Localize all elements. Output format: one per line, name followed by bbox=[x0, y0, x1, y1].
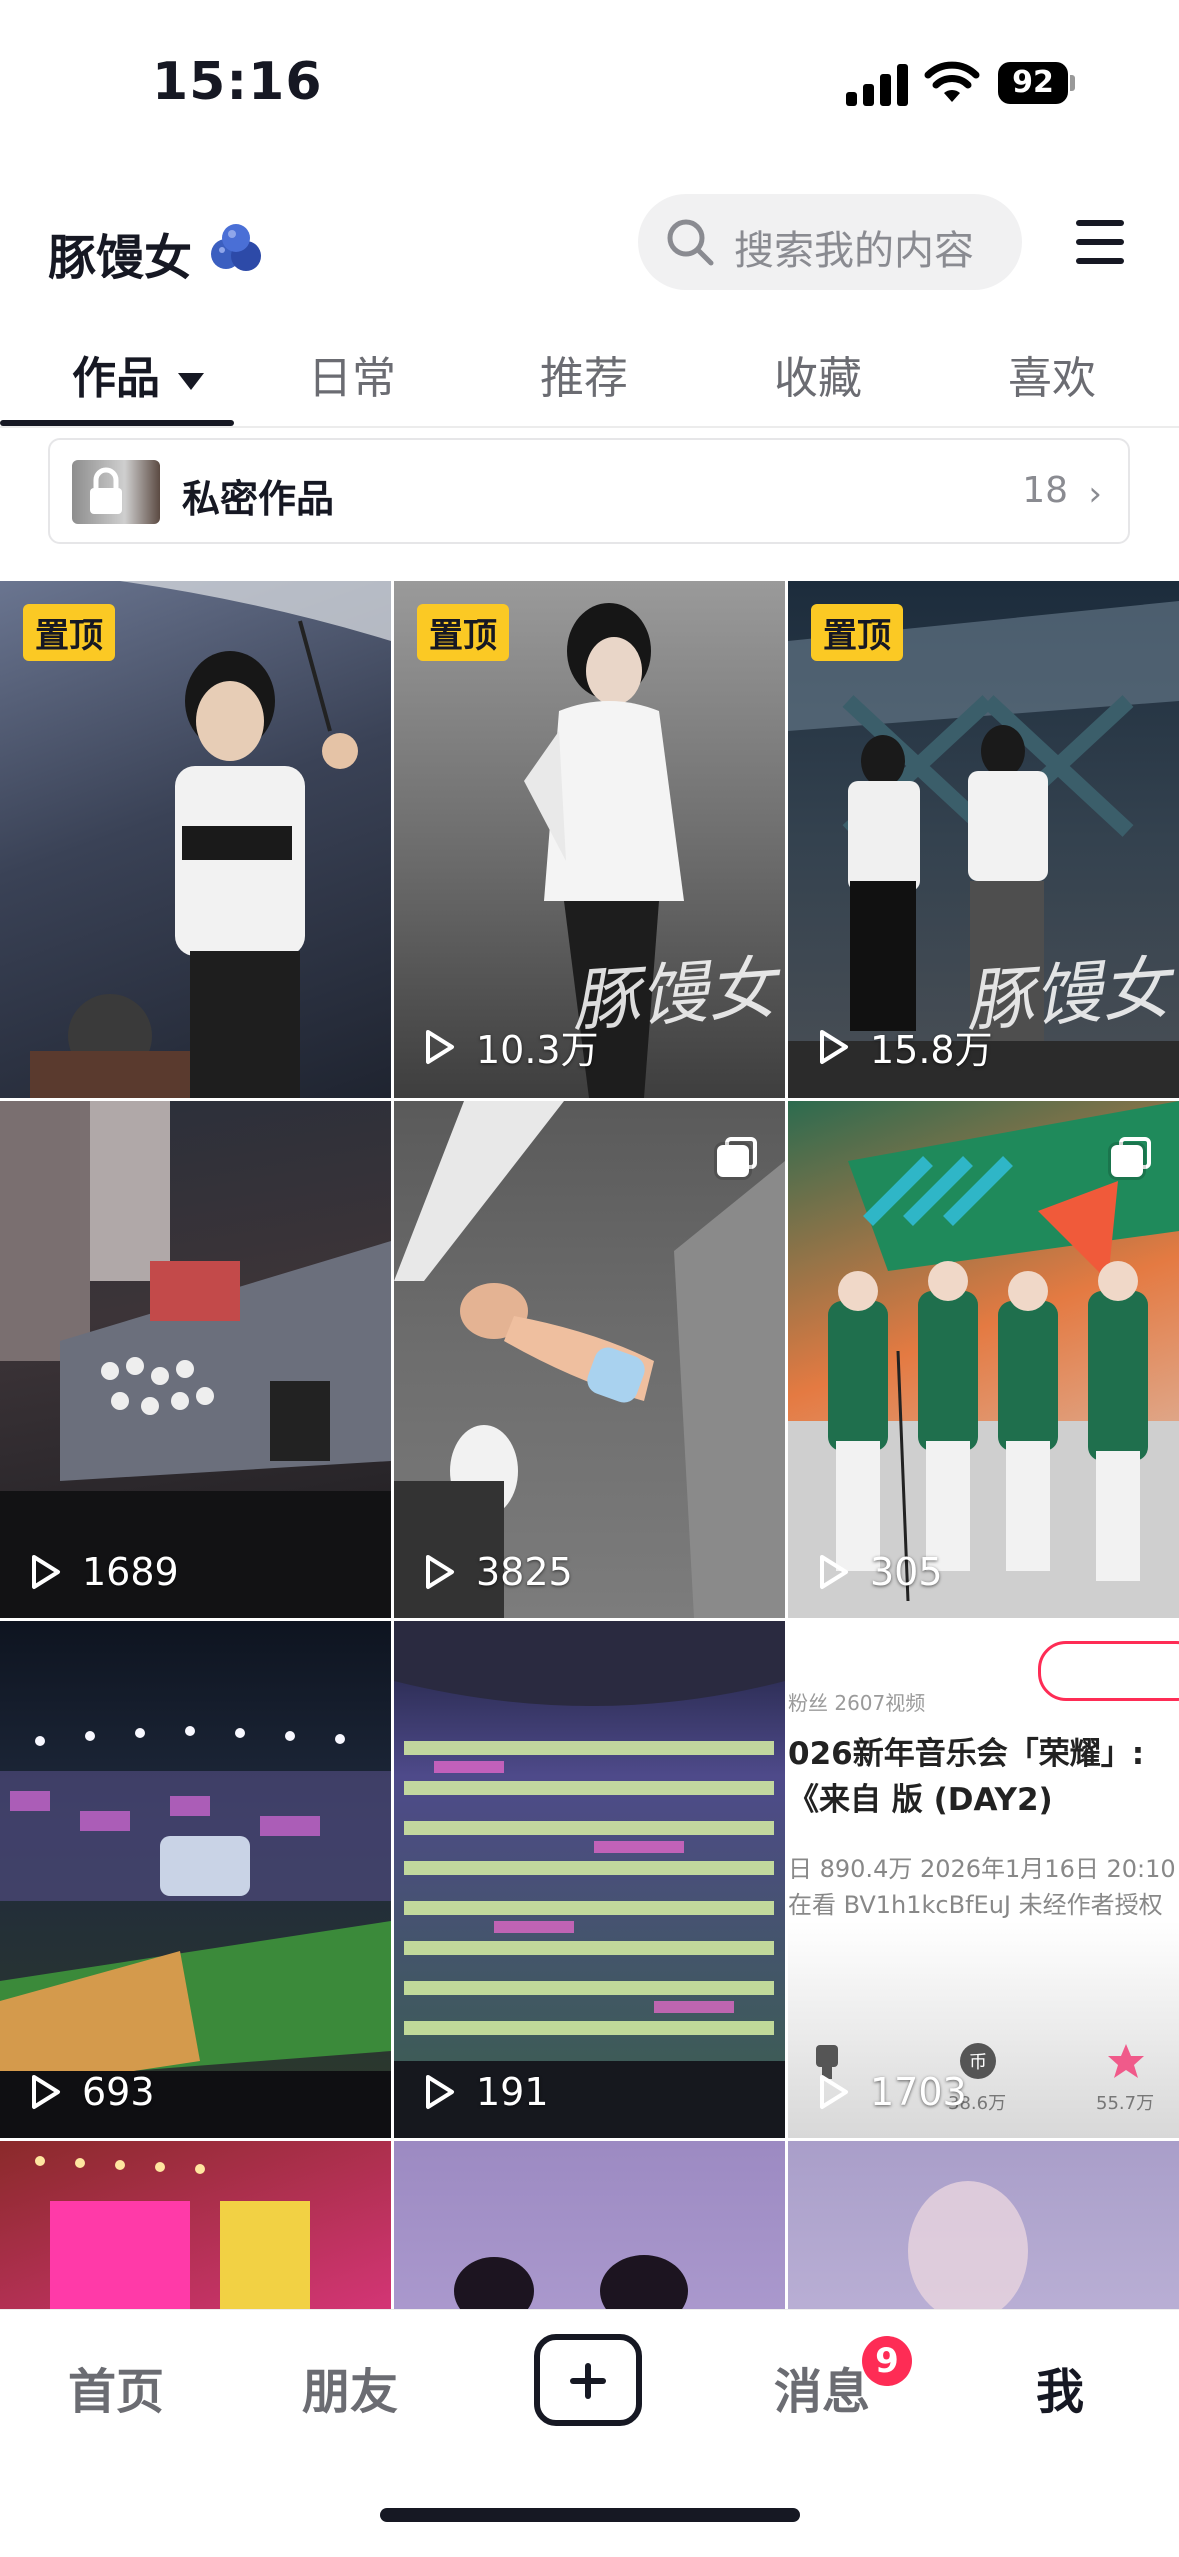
tab-favorites[interactable]: 收藏 bbox=[774, 342, 862, 406]
tab-recommend[interactable]: 推荐 bbox=[540, 342, 628, 406]
nav-home[interactable]: 首页 bbox=[68, 2352, 164, 2422]
video-tile[interactable]: 3825 bbox=[394, 1101, 785, 1618]
home-indicator[interactable] bbox=[380, 2508, 800, 2522]
play-count: 693 bbox=[24, 2070, 155, 2114]
private-works-count: 18 bbox=[1022, 470, 1068, 511]
video-tile-screenshot[interactable]: 粉丝 2607视频 026新年音乐会「荣耀」:《来自 版 (DAY2) 日 89… bbox=[788, 1621, 1179, 2138]
watermark-text: 豚馒女 bbox=[962, 948, 1172, 1043]
play-count: 1703 bbox=[812, 2070, 967, 2114]
play-icon bbox=[820, 2075, 848, 2109]
screenshot-info: 日 890.4万 2026年1月16日 20:10 在看 BV1h1kcBfEu… bbox=[788, 1855, 1176, 1919]
video-tile[interactable]: 1689 bbox=[0, 1101, 391, 1618]
play-icon bbox=[820, 1555, 848, 1589]
screenshot-flag bbox=[1038, 1641, 1179, 1701]
nav-messages[interactable]: 消息 bbox=[774, 2352, 870, 2422]
play-count: 191 bbox=[418, 2070, 549, 2114]
pinned-badge: 置顶 bbox=[23, 604, 115, 661]
profile-header: 豚馒女 搜索我的内容 bbox=[0, 190, 1179, 300]
play-icon bbox=[32, 2075, 60, 2109]
messages-badge: 9 bbox=[862, 2336, 912, 2386]
play-count: 3825 bbox=[418, 1550, 573, 1594]
star-icon bbox=[1108, 2044, 1144, 2078]
video-tile[interactable]: 置顶 bbox=[0, 581, 391, 1098]
multi-image-icon bbox=[717, 1137, 757, 1177]
video-tile[interactable] bbox=[0, 2141, 391, 2309]
play-count: 10.3万 bbox=[418, 1019, 599, 1074]
multi-image-icon bbox=[1111, 1137, 1151, 1177]
play-count: 305 bbox=[812, 1550, 943, 1594]
search-icon bbox=[667, 219, 714, 266]
play-icon bbox=[426, 2075, 454, 2109]
video-tile[interactable]: 置顶 豚馒女 15.8万 bbox=[788, 581, 1179, 1098]
nav-me[interactable]: 我 bbox=[1036, 2352, 1084, 2422]
caret-down-icon bbox=[178, 372, 204, 390]
tab-likes[interactable]: 喜欢 bbox=[1008, 342, 1096, 406]
video-tile[interactable]: 191 bbox=[394, 1621, 785, 2138]
pinned-badge: 置顶 bbox=[811, 604, 903, 661]
nav-friends[interactable]: 朋友 bbox=[302, 2352, 398, 2422]
clock: 15:16 bbox=[152, 52, 323, 112]
divider bbox=[0, 426, 1179, 428]
play-icon bbox=[426, 1555, 454, 1589]
battery-icon: 92 bbox=[998, 62, 1075, 104]
lock-icon bbox=[90, 467, 122, 514]
video-grid: 置顶 置顶 豚馒女 10.3万 置顶 豚馒女 15.8万 1689 3825 3… bbox=[0, 581, 1179, 2309]
search-input[interactable]: 搜索我的内容 bbox=[638, 194, 1022, 290]
play-count: 15.8万 bbox=[812, 1019, 993, 1074]
blueberry-emoji-icon bbox=[211, 224, 261, 271]
pinned-badge: 置顶 bbox=[417, 604, 509, 661]
video-tile[interactable] bbox=[394, 2141, 785, 2309]
video-tile[interactable]: 693 bbox=[0, 1621, 391, 2138]
profile-tabs: 作品 日常 推荐 收藏 喜欢 bbox=[0, 330, 1179, 430]
tab-daily[interactable]: 日常 bbox=[308, 342, 396, 406]
play-count: 1689 bbox=[24, 1550, 179, 1594]
svg-text:币: 币 bbox=[969, 2052, 987, 2073]
chevron-right-icon: › bbox=[1088, 474, 1102, 514]
cellular-signal-icon bbox=[846, 62, 908, 106]
search-placeholder: 搜索我的内容 bbox=[734, 228, 974, 274]
play-icon bbox=[32, 1555, 60, 1589]
status-bar: 15:16 92 bbox=[0, 0, 1179, 170]
watermark-text: 豚馒女 bbox=[568, 948, 778, 1043]
video-tile[interactable] bbox=[788, 2141, 1179, 2309]
tab-works[interactable]: 作品 bbox=[72, 342, 204, 406]
private-works-label: 私密作品 bbox=[182, 477, 335, 521]
private-works-row[interactable]: 私密作品 18 › bbox=[48, 438, 1130, 544]
play-icon bbox=[820, 1029, 848, 1064]
wifi-icon bbox=[924, 61, 980, 102]
create-post-button[interactable] bbox=[534, 2334, 642, 2426]
battery-level: 92 bbox=[998, 62, 1068, 104]
screenshot-title: 026新年音乐会「荣耀」:《来自 版 (DAY2) bbox=[788, 1736, 1145, 1818]
video-tile[interactable]: 置顶 豚馒女 10.3万 bbox=[394, 581, 785, 1098]
video-tile[interactable]: 305 bbox=[788, 1101, 1179, 1618]
play-icon bbox=[426, 1029, 454, 1064]
username[interactable]: 豚馒女 bbox=[48, 218, 192, 288]
screenshot-meta: 粉丝 2607视频 bbox=[788, 1691, 926, 1715]
menu-icon[interactable] bbox=[1076, 220, 1124, 264]
